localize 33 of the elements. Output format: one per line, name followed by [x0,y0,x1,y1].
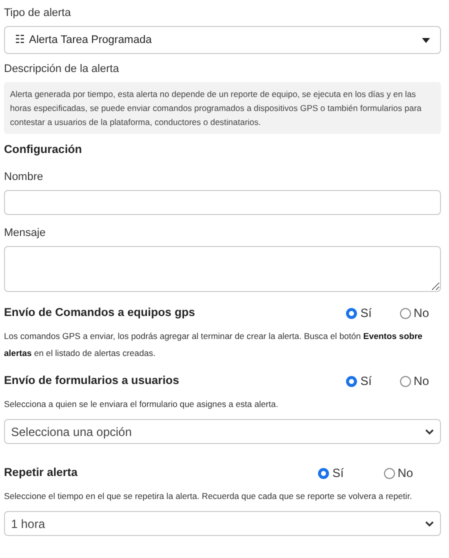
radio-option[interactable]: No [400,304,429,322]
radio-button[interactable] [318,468,330,479]
field-label: Mensaje [4,227,47,240]
section-heading: Envío de formularios a usuarios [4,374,180,389]
radio-option[interactable]: No [384,464,413,482]
field-label: Descripción de la alerta [4,63,120,76]
description-text: Alerta generada por tiempo, esta alerta no depende de un reporte de equipo, se ejecuta en los días y en las horas especificadas, se puede enviar comandos programados a dispositivos GPS o también formularios para contestar a usuarios de la plataforma, conductores o destinatarios. [4,82,441,134]
section-heading: Envío de Comandos a equipos gps [4,306,196,321]
dropdown-select[interactable]: 1 hora [4,511,441,536]
section-heading: Repetir alerta [4,466,78,481]
helper-text: Los comandos GPS a enviar, los podrás agregar al terminar de crear la alerta. Busca el botón Eventos sobre alertas en el listado de alertas creadas. [4,330,424,360]
radio-option[interactable]: Sí [346,304,372,322]
section-heading: Configuración [4,143,83,158]
radio-button[interactable] [346,308,358,319]
chevron-icon [425,520,434,527]
radio-option[interactable]: No [400,372,429,390]
message-field[interactable] [4,246,441,292]
field-label: Tipo de alerta [4,7,72,20]
radio-option[interactable]: Sí [318,464,344,482]
radio-button[interactable] [346,376,358,387]
helper-text: Selecciona a quien se le enviara el formulario que asignes a esta alerta. [4,398,280,412]
input-field[interactable] [4,190,441,216]
dropdown-select[interactable]: Selecciona una opción [4,419,441,444]
radio-button[interactable] [384,468,395,479]
chevron-icon [425,428,434,435]
alert-type-select[interactable]: ☷ Alerta Tarea Programada [4,26,441,54]
list-icon: ☷ [15,32,25,48]
helper-text: Seleccione el tiempo en el que se repetira la alerta. Recuerda que cada que se reporte se volvera a repetir. [4,490,413,504]
caret-icon [422,38,430,42]
field-label: Nombre [4,171,44,184]
radio-button[interactable] [400,376,411,387]
radio-option[interactable]: Sí [346,372,372,390]
radio-button[interactable] [400,308,411,319]
